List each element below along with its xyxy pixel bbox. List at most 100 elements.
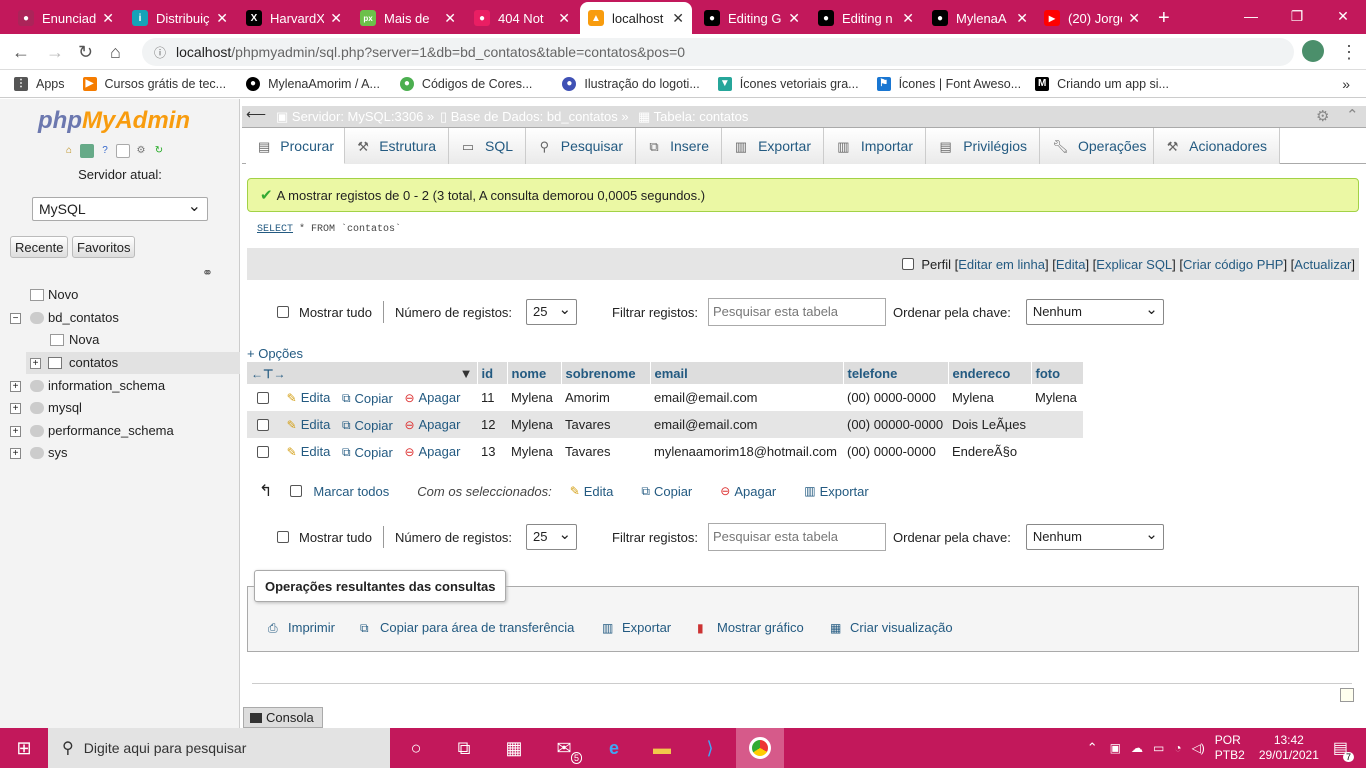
- info-icon[interactable]: ⓘ: [154, 44, 166, 61]
- bookmark-item[interactable]: ● Ilustração do logoti...: [562, 76, 700, 91]
- rows-per-page-select[interactable]: 25: [526, 299, 578, 325]
- tab-acionadores[interactable]: ⚒ Acionadores: [1154, 128, 1280, 164]
- expand-icon[interactable]: +: [10, 381, 21, 392]
- browser-tab[interactable]: ● 404 Not ✕: [466, 2, 578, 34]
- close-icon[interactable]: ✕: [102, 10, 114, 27]
- rows-per-page-select[interactable]: 25: [526, 524, 578, 550]
- breadcrumb-server[interactable]: ▣ Servidor: MySQL:3306 »: [276, 109, 434, 125]
- cell-foto[interactable]: [1031, 438, 1083, 465]
- sort-key-select[interactable]: Nenhum: [1025, 299, 1164, 325]
- mark-all-checkbox[interactable]: [290, 485, 303, 497]
- tab-importar[interactable]: ▥ Importar: [824, 128, 926, 164]
- tab-privilegios[interactable]: ▤ Privilégios: [926, 128, 1040, 164]
- windows-start-icon[interactable]: ⊞: [10, 734, 38, 762]
- close-icon[interactable]: ✕: [902, 10, 914, 27]
- edit-row-button[interactable]: ✎ Edita: [287, 417, 331, 432]
- tab-procurar[interactable]: ▤ Procurar: [246, 128, 345, 164]
- column-header-foto[interactable]: foto: [1031, 362, 1084, 384]
- tree-item-nova[interactable]: Nova: [0, 329, 240, 351]
- tree-item-mysql[interactable]: + mysql: [0, 397, 240, 419]
- bulk-export-button[interactable]: ▥ Exportar: [804, 484, 868, 499]
- browser-tab[interactable]: ● Enunciad ✕: [10, 2, 122, 34]
- store-icon[interactable]: ▦: [500, 734, 528, 762]
- vscode-icon[interactable]: ⟩: [696, 734, 724, 762]
- edit-row-button[interactable]: ✎ Edita: [287, 444, 331, 459]
- close-icon[interactable]: ✕: [444, 10, 456, 27]
- tree-item-performance-schema[interactable]: + performance_schema: [0, 420, 240, 442]
- close-window-icon[interactable]: ✕: [1320, 0, 1366, 34]
- bulk-copy-button[interactable]: ⧉ Copiar: [641, 484, 692, 499]
- chrome-taskbar-button[interactable]: [736, 728, 784, 768]
- tree-item-sys[interactable]: + sys: [0, 442, 240, 464]
- cell-id[interactable]: 13: [477, 438, 507, 465]
- bookmark-item[interactable]: ● MylenaAmorim / A...: [246, 76, 380, 91]
- reload-navigation-icon[interactable]: ↻: [152, 144, 166, 158]
- copy-row-button[interactable]: ⧉ Copiar: [342, 445, 393, 460]
- restore-icon[interactable]: ❐: [1274, 0, 1320, 34]
- expand-icon[interactable]: +: [30, 358, 41, 369]
- cell-endereco[interactable]: Mylena: [948, 384, 1031, 411]
- cell-foto[interactable]: Mylena: [1031, 384, 1083, 411]
- tree-item-bd-contatos[interactable]: − bd_contatos: [0, 307, 240, 329]
- file-explorer-icon[interactable]: ▬: [648, 734, 676, 762]
- create-php-link[interactable]: Criar código PHP: [1183, 257, 1283, 272]
- cortana-icon[interactable]: ○: [402, 734, 430, 762]
- collapse-icon[interactable]: ⌃: [1346, 106, 1359, 124]
- logout-icon[interactable]: [80, 144, 94, 158]
- bookmark-apps[interactable]: ⋮ Apps: [14, 76, 65, 91]
- volume-icon[interactable]: ◁): [1192, 741, 1205, 755]
- cell-foto[interactable]: [1031, 411, 1083, 438]
- settings-icon[interactable]: ⚙: [1316, 107, 1329, 125]
- close-icon[interactable]: ✕: [330, 10, 342, 27]
- minimize-icon[interactable]: —: [1228, 0, 1274, 34]
- browser-tab[interactable]: ● Editing G ✕: [696, 2, 808, 34]
- sort-key-select[interactable]: Nenhum: [1025, 524, 1164, 550]
- delete-row-button[interactable]: ⊖ Apagar: [404, 417, 460, 432]
- cell-email[interactable]: email@email.com: [650, 384, 843, 411]
- edge-icon[interactable]: e: [600, 734, 628, 762]
- help-icon[interactable]: ?: [98, 144, 112, 158]
- edit-row-button[interactable]: ✎ Edita: [287, 390, 331, 405]
- display-chart-button[interactable]: ▮ Mostrar gráfico: [697, 620, 804, 635]
- close-icon[interactable]: ✕: [1016, 10, 1028, 27]
- mark-all-link[interactable]: Marcar todos: [313, 484, 389, 499]
- column-header-nome[interactable]: nome: [507, 362, 562, 384]
- onedrive-icon[interactable]: ☁: [1131, 741, 1143, 755]
- tab-insere[interactable]: ⧉ Insere: [636, 128, 722, 164]
- collapse-panel-icon[interactable]: ⟵: [246, 106, 266, 123]
- tree-item-contatos[interactable]: + contatos: [26, 352, 240, 374]
- tab-estrutura[interactable]: ⚒ Estrutura: [345, 128, 449, 164]
- close-icon[interactable]: ✕: [1128, 10, 1140, 27]
- tab-operacoes[interactable]: 🔧︎ Operações: [1040, 128, 1154, 164]
- column-arrows-icon[interactable]: ←⊤→: [251, 367, 285, 381]
- expand-icon[interactable]: +: [10, 426, 21, 437]
- console-toggle[interactable]: Consola: [243, 707, 323, 728]
- close-icon[interactable]: ✕: [558, 10, 570, 27]
- filter-rows-input[interactable]: Pesquisar esta tabela: [708, 298, 887, 326]
- copy-row-button[interactable]: ⧉ Copiar: [342, 391, 393, 406]
- column-header-id[interactable]: id: [477, 362, 508, 384]
- cell-endereco[interactable]: EndereÃ§o: [948, 438, 1031, 465]
- edit-inline-link[interactable]: Editar em linha: [958, 257, 1045, 272]
- cell-id[interactable]: 12: [477, 411, 507, 438]
- more-bookmarks-icon[interactable]: »: [1342, 76, 1350, 92]
- refresh-link[interactable]: Actualizar: [1294, 257, 1351, 272]
- sort-dropdown-icon[interactable]: ▼: [460, 366, 473, 381]
- browser-tab-active[interactable]: ▲ localhost ✕: [580, 2, 692, 34]
- column-header-sobrenome[interactable]: sobrenome: [561, 362, 651, 384]
- close-icon[interactable]: ✕: [788, 10, 800, 27]
- cell-endereco[interactable]: Dois LeÃµes: [948, 411, 1031, 438]
- task-view-icon[interactable]: ⧉: [450, 734, 478, 762]
- collapse-icon[interactable]: −: [10, 313, 21, 324]
- copy-clipboard-button[interactable]: ⧉ Copiar para área de transferência: [360, 620, 574, 635]
- print-button[interactable]: ⎙ Imprimir: [268, 620, 335, 635]
- column-header-telefone[interactable]: telefone: [843, 362, 949, 384]
- bookmark-item[interactable]: ⚑ Ícones | Font Aweso...: [876, 76, 1021, 91]
- docs-icon[interactable]: [116, 144, 130, 158]
- notification-icon[interactable]: ▤ 7: [1333, 738, 1354, 762]
- bookmark-item[interactable]: ● Códigos de Cores...: [399, 76, 532, 91]
- row-checkbox[interactable]: [257, 446, 269, 459]
- cell-email[interactable]: mylenaamorim18@hotmail.com: [650, 438, 843, 465]
- home-icon[interactable]: ⌂: [110, 42, 121, 63]
- show-all-checkbox[interactable]: [277, 531, 289, 543]
